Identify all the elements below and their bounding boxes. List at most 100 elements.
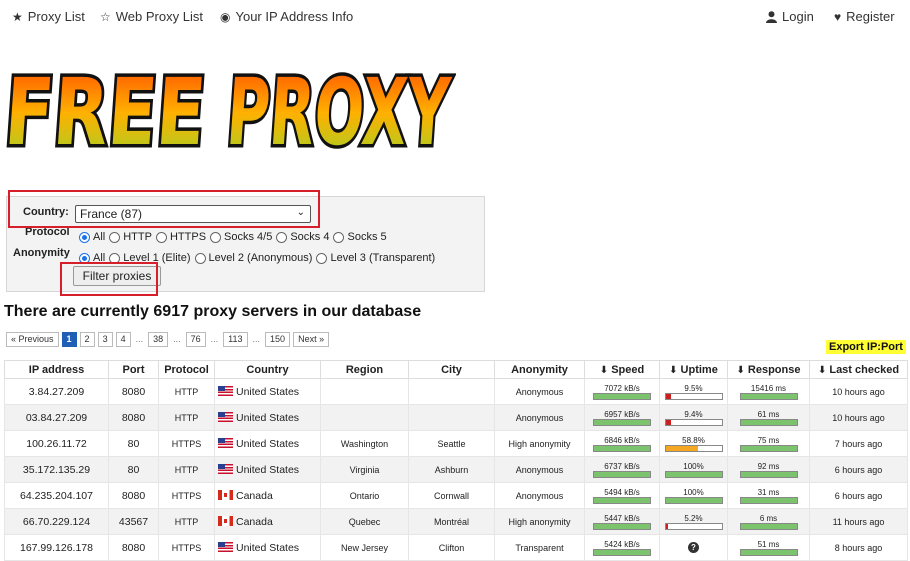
eye-icon: ◉ — [220, 9, 231, 24]
city-cell: Seattle — [408, 430, 495, 457]
column-header: IP address — [4, 360, 109, 379]
speed-meter: 5494 kB/s — [593, 488, 651, 504]
arrow-down-icon: ⬇ — [736, 364, 745, 376]
column-header: Region — [320, 360, 409, 379]
uptime-cell: 9.5% — [659, 378, 728, 405]
protocol-radio-3[interactable] — [210, 231, 222, 243]
speed-cell: 7072 kB/s — [584, 378, 660, 405]
free-proxy-logo: FREE PROXY — [6, 56, 456, 164]
response-cell: 75 ms — [727, 430, 810, 457]
column-header[interactable]: ⬇ Uptime — [659, 360, 728, 379]
response-bar-fill — [740, 523, 797, 529]
country-cell: Canada — [214, 482, 321, 509]
speed-bar-fill — [594, 445, 650, 451]
region-cell: New Jersey — [320, 534, 409, 561]
anonymity-cell: Transparent — [494, 534, 585, 561]
anonymity-label: Anonymity — [13, 247, 70, 259]
page-button[interactable]: 2 — [79, 331, 95, 347]
uptime-cell: 58.8% — [659, 430, 728, 457]
protocol-option-label: HTTP — [123, 231, 152, 243]
page-button[interactable]: 113 — [223, 331, 248, 347]
last-checked-cell: 7 hours ago — [809, 430, 908, 457]
uptime-value: 5.2% — [684, 513, 703, 523]
uptime-value: 9.4% — [684, 409, 703, 419]
nav-login-label: Login — [782, 9, 814, 24]
country-name: Canada — [236, 515, 273, 528]
response-bar — [739, 522, 798, 530]
column-header-label: Country — [246, 363, 289, 376]
country-cell: United States — [214, 404, 321, 431]
nav-web-proxy-list[interactable]: ☆ Web Proxy List — [100, 9, 203, 24]
uptime-bar-fill — [665, 445, 699, 451]
anonymity-cell: High anonymity — [494, 430, 585, 457]
anonymity-radio-2[interactable] — [194, 252, 206, 264]
star-outline-icon: ☆ — [100, 9, 111, 24]
column-header[interactable]: ⬇ Response — [727, 360, 810, 379]
column-header-label: Speed — [611, 363, 645, 376]
page-button[interactable]: 1 — [61, 331, 77, 347]
uptime-cell: 9.4% — [659, 404, 728, 431]
response-meter: 31 ms — [739, 488, 798, 504]
table-row: 03.84.27.209 8080 HTTP United States Anonymo… — [4, 404, 908, 431]
column-header-label: Anonymity — [511, 363, 568, 376]
protocol-radio-0[interactable] — [79, 231, 90, 243]
page-ellipsis: ... — [133, 332, 146, 346]
uptime-bar-fill — [665, 497, 722, 503]
nav-login[interactable]: Login — [766, 9, 814, 24]
nav-proxy-list[interactable]: ★ Proxy List — [12, 9, 85, 24]
anonymity-cell: High anonymity — [494, 508, 585, 535]
table-row: 66.70.229.124 43567 HTTP Canada Quebec Montré… — [4, 508, 908, 535]
country-name: United States — [236, 541, 300, 554]
response-value: 75 ms — [757, 435, 780, 445]
column-header: City — [408, 360, 495, 379]
country-cell: United States — [214, 430, 321, 457]
page-button[interactable]: 76 — [185, 331, 206, 347]
protocol-radio-4[interactable] — [276, 231, 288, 243]
response-cell: 6 ms — [727, 508, 810, 535]
response-bar — [739, 548, 798, 556]
anonymity-radio-3[interactable] — [316, 252, 328, 264]
speed-value: 7072 kB/s — [604, 383, 640, 393]
port-cell: 80 — [108, 456, 159, 483]
page-button[interactable]: 38 — [148, 331, 169, 347]
prev-page-button[interactable]: « Previous — [6, 331, 59, 347]
response-meter: 15416 ms — [739, 384, 798, 400]
response-bar — [739, 470, 798, 478]
protocol-cell: HTTPS — [158, 534, 215, 561]
protocol-radio-2[interactable] — [155, 231, 167, 243]
user-icon — [766, 10, 777, 23]
speed-value: 5494 kB/s — [604, 487, 640, 497]
us-flag-icon — [218, 437, 233, 448]
page-button[interactable]: 150 — [265, 331, 291, 347]
column-header[interactable]: ⬇ Speed — [584, 360, 660, 379]
page-button[interactable]: 3 — [97, 331, 113, 347]
region-cell — [320, 404, 409, 431]
export-ip-port-button[interactable]: Export IP:Port — [826, 340, 906, 354]
us-flag-icon — [218, 385, 233, 396]
nav-ip-info[interactable]: ◉ Your IP Address Info — [220, 9, 353, 24]
protocol-cell: HTTP — [158, 404, 215, 431]
anonymity-cell: Anonymous — [494, 378, 585, 405]
country-name: United States — [236, 437, 300, 450]
column-header[interactable]: ⬇ Last checked — [809, 360, 908, 379]
uptime-bar — [664, 522, 723, 530]
page-ellipsis: ... — [208, 332, 221, 346]
column-header: Port — [108, 360, 159, 379]
speed-bar — [593, 522, 651, 530]
uptime-meter: 5.2% — [664, 513, 723, 530]
speed-value: 6737 kB/s — [604, 461, 640, 471]
city-cell — [408, 404, 495, 431]
protocol-option-label: Socks 4/5 — [224, 231, 273, 243]
page-button[interactable]: 4 — [115, 331, 131, 347]
protocol-radio-5[interactable] — [333, 231, 345, 243]
nav-register[interactable]: ♥ Register — [834, 9, 895, 24]
country-cell: United States — [214, 378, 321, 405]
column-header-label: Response — [747, 363, 801, 376]
proxy-table: IP address Port Protocol Country Region City A… — [4, 360, 908, 561]
ip-address-cell: 35.172.135.29 — [4, 456, 109, 483]
protocol-radio-1[interactable] — [109, 231, 121, 243]
next-page-button[interactable]: Next » — [293, 331, 330, 347]
anonymity-option-label: Level 2 (Anonymous) — [208, 252, 313, 264]
page-ellipsis: ... — [171, 332, 183, 346]
column-header-label: Last checked — [829, 363, 900, 376]
